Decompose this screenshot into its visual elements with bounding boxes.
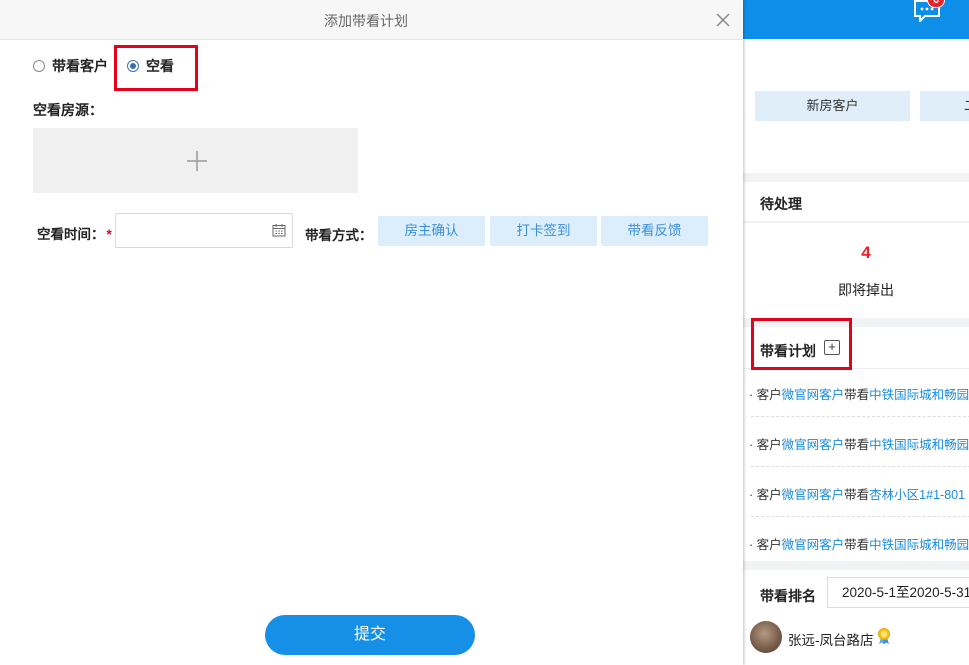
pending-title: 待处理	[760, 196, 802, 212]
calendar-icon[interactable]	[272, 223, 286, 237]
radio-button[interactable]	[33, 60, 45, 72]
add-plan-dialog: 添加带看计划 带看客户 空看 空看房源： 空看时间： * 带看方式： 房主确认 打…	[0, 0, 743, 665]
ranking-item: 张远-凤台路店	[743, 616, 969, 665]
ranking-title: 带看排名	[760, 588, 816, 604]
required-mark: *	[106, 227, 112, 242]
tab-second[interactable]: 二	[920, 91, 969, 121]
radio-with-customer[interactable]: 带看客户	[33, 57, 108, 75]
dialog-header: 添加带看计划	[0, 0, 743, 40]
feedback-button[interactable]: 带看反馈	[601, 216, 708, 246]
plan-list: · 客户微官网客户带看中铁国际城和畅园 · 客户微官网客户带看中铁国际城和畅园 …	[743, 369, 969, 561]
owner-confirm-button[interactable]: 房主确认	[378, 216, 485, 246]
list-item[interactable]: · 客户微官网客户带看杏林小区1#1-801	[749, 484, 965, 504]
pending-count: 4	[861, 243, 871, 262]
list-item[interactable]: · 客户微官网客户带看中铁国际城和畅园	[749, 384, 969, 404]
submit-button[interactable]: 提交	[265, 615, 475, 655]
agent-name: 张远-凤台路店	[788, 633, 874, 648]
source-label: 空看房源：	[33, 102, 103, 118]
tab-new-house-customer[interactable]: 新房客户	[755, 91, 910, 121]
close-icon[interactable]	[714, 11, 732, 29]
add-property-box[interactable]	[33, 128, 358, 193]
radio-label: 带看客户	[52, 58, 108, 74]
customer-link[interactable]: 微官网客户	[782, 388, 845, 402]
property-link[interactable]: 中铁国际城和畅园	[869, 438, 969, 452]
plus-icon	[187, 151, 207, 171]
property-link[interactable]: 中铁国际城和畅园	[869, 388, 969, 402]
time-input[interactable]	[115, 213, 293, 248]
property-link[interactable]: 杏林小区1#1-801	[869, 488, 965, 502]
checkin-button[interactable]: 打卡签到	[490, 216, 597, 246]
divider	[751, 416, 969, 417]
avatar	[750, 621, 782, 653]
method-label: 带看方式：	[305, 228, 373, 243]
divider	[751, 516, 969, 517]
list-item[interactable]: · 客户微官网客户带看中铁国际城和畅园	[749, 434, 969, 454]
property-link[interactable]: 中铁国际城和畅园	[869, 538, 969, 552]
pending-card[interactable]: 4 即将掉出	[743, 223, 969, 318]
list-item[interactable]: · 客户微官网客户带看中铁国际城和畅园	[749, 534, 969, 554]
customer-link[interactable]: 微官网客户	[782, 488, 845, 502]
divider	[751, 466, 969, 467]
dialog-title: 添加带看计划	[324, 13, 408, 29]
time-label: 空看时间： *	[37, 227, 112, 242]
highlight-box	[751, 318, 852, 370]
top-navbar: 6	[743, 0, 969, 39]
pending-label: 即将掉出	[838, 282, 894, 298]
customer-link[interactable]: 微官网客户	[782, 438, 845, 452]
customer-link[interactable]: 微官网客户	[782, 538, 845, 552]
medal-icon	[878, 628, 890, 645]
highlight-box	[114, 45, 198, 91]
ranking-date-select[interactable]: 2020-5-1至2020-5-31	[827, 577, 969, 608]
pending-header: 待处理	[743, 182, 969, 222]
ranking-row: 带看排名 2020-5-1至2020-5-31	[743, 570, 969, 616]
